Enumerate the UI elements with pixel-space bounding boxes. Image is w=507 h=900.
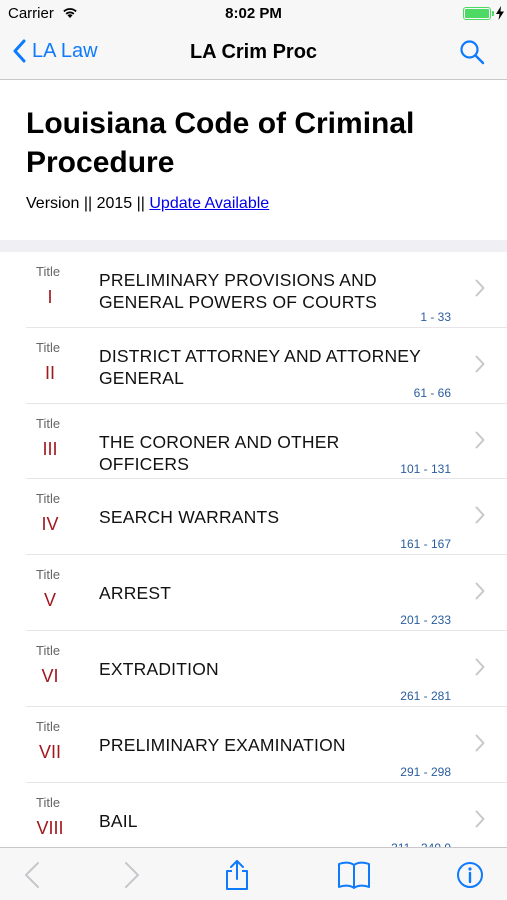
version-text: Version || 2015 || [26,195,150,212]
title-name: DISTRICT ATTORNEY AND ATTORNEY GENERAL [99,345,421,388]
chevron-right-icon [475,431,485,449]
article-range: 291 - 298 [400,764,451,779]
title-numeral: VI [41,665,59,686]
title-label: Title [36,264,61,279]
title-numeral: V [43,590,56,611]
search-icon[interactable] [459,39,485,65]
book-title: Louisiana Code of Criminal Procedure [26,107,415,179]
title-name: BAIL [99,810,138,831]
navigation-bar: LA Law LA Crim Proc [0,28,507,80]
title-label: Title [36,794,61,810]
title-name: PRELIMINARY EXAMINATION [99,734,346,755]
forward-arrow-icon[interactable] [116,859,146,891]
title-numeral: I [47,287,53,307]
book-header: Louisiana Code of Criminal Procedure Ver… [0,80,507,240]
title-label: Title [36,642,61,658]
chevron-right-icon [475,734,485,752]
chevron-right-icon [475,810,485,828]
title-numeral: VII [38,741,61,762]
book-icon[interactable] [337,859,371,891]
status-bar: Carrier 8:02 PM [0,0,507,28]
title-label: Title [36,718,61,734]
title-name: SEARCH WARRANTS [99,507,280,528]
chevron-right-icon [475,582,485,600]
title-name: EXTRADITION [99,658,219,679]
article-range: 1 - 33 [420,310,451,324]
title-row[interactable]: TitleVIIIBAIL311 - 349.9 [26,783,507,847]
title-row[interactable]: Title IV SEARCH WARRANTS 161 - 167 [26,479,507,556]
title-name: ARREST [99,583,172,604]
version-line: Version || 2015 || Update Available [26,195,269,213]
chevron-left-icon [13,39,26,63]
title-label: Title [36,339,61,355]
title-name: THE CORONER AND OTHER OFFICERS [99,431,340,474]
battery-level [465,9,489,18]
title-name: PRELIMINARY PROVISIONS AND GENERAL POWER… [99,270,378,312]
title-row[interactable]: Title V ARREST 201 - 233 [26,555,507,631]
bottom-toolbar [0,847,507,900]
charging-icon [496,6,504,20]
update-available-link[interactable]: Update Available [149,195,269,212]
article-range: 201 - 233 [400,613,451,628]
title-row[interactable]: Title VII PRELIMINARY EXAMINATION 291 - 298 [26,707,507,783]
title-numeral: III [42,438,58,459]
back-button[interactable]: LA Law [12,39,98,63]
title-numeral: II [44,362,55,383]
title-row[interactable]: Title III THE CORONER AND OTHER OFFICERS 10… [26,404,507,480]
chevron-right-icon [475,279,485,297]
article-range: 261 - 281 [400,688,451,703]
article-range: 161 - 167 [400,537,451,552]
chevron-right-icon [475,355,485,373]
title-row[interactable]: Title I PRELIMINARY PROVISIONS AND GENERAL… [26,252,507,328]
title-label: Title [36,491,61,507]
battery-icon [463,7,491,20]
share-icon[interactable] [222,859,252,891]
back-button-label: LA Law [32,39,98,62]
title-row[interactable]: Title II DISTRICT ATTORNEY AND ATTORNEY GE… [26,328,507,404]
info-icon[interactable] [455,859,485,891]
battery-tip [492,11,494,16]
title-row[interactable]: Title VI EXTRADITION 261 - 281 [26,631,507,707]
article-range: 61 - 66 [413,385,451,400]
title-label: Title [36,415,61,431]
section-separator [0,240,507,252]
back-arrow-icon[interactable] [18,859,48,891]
chevron-right-icon [475,506,485,524]
chevron-right-icon [475,658,485,676]
title-numeral: VIII [36,817,64,838]
title-label: Title [36,567,61,583]
title-numeral: IV [41,514,59,535]
article-range: 101 - 131 [400,461,451,476]
status-time: 8:02 PM [225,5,282,22]
titles-list: Title I PRELIMINARY PROVISIONS AND GENERAL… [0,252,507,847]
